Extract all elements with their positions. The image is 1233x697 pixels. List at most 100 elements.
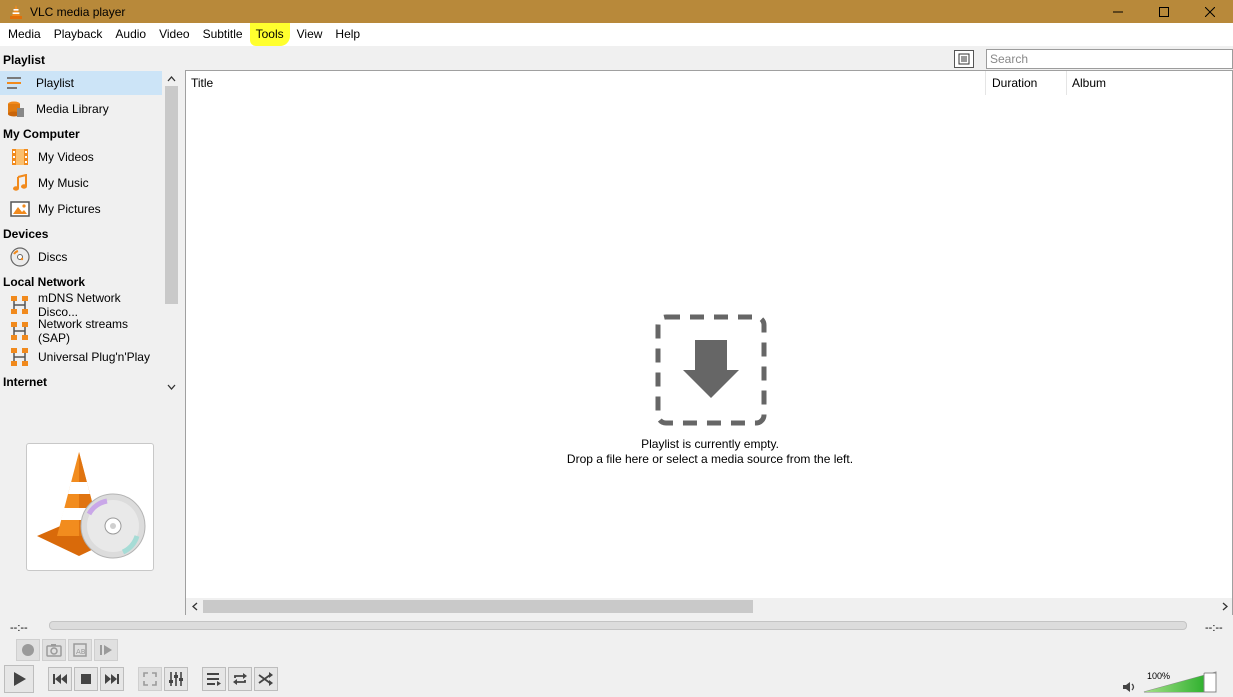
menu-tools[interactable]: Tools (249, 23, 290, 46)
scroll-thumb[interactable] (165, 86, 178, 304)
sidebar-item-upnp[interactable]: Universal Plug'n'Play (0, 345, 162, 369)
scroll-up-icon[interactable] (163, 72, 180, 86)
menu-view[interactable]: View (291, 23, 329, 46)
scroll-left-icon[interactable] (186, 598, 203, 615)
scroll-down-icon[interactable] (163, 380, 180, 394)
maximize-icon (1159, 6, 1169, 17)
play-icon (14, 672, 26, 686)
maximize-button[interactable] (1141, 0, 1187, 23)
snapshot-icon (46, 644, 62, 657)
empty-playlist-message: Playlist is currently empty. (641, 437, 779, 451)
media-sources-sidebar: Playlist Playlist Media Library My Compu… (0, 46, 184, 612)
sidebar-item-label: Playlist (36, 76, 75, 90)
repeat-icon (233, 673, 247, 685)
playlist-view-mode-button[interactable] (954, 50, 974, 68)
scroll-right-icon[interactable] (1216, 598, 1233, 615)
section-playlist: Playlist (3, 53, 46, 67)
snapshot-button[interactable] (42, 639, 66, 661)
vlc-cone-icon (10, 4, 22, 19)
fullscreen-button[interactable] (138, 667, 162, 691)
sidebar-item-playlist[interactable]: Playlist (0, 71, 162, 95)
playlist-toggle-button[interactable] (202, 667, 226, 691)
sidebar-item-label: My Pictures (38, 202, 101, 216)
network-icon (10, 347, 30, 367)
sidebar-item-label: Universal Plug'n'Play (38, 350, 150, 364)
empty-playlist-hint: Drop a file here or select a media sourc… (566, 452, 854, 466)
menu-help[interactable]: Help (329, 23, 366, 46)
sidebar-item-label: Media Library (36, 102, 109, 116)
list-view-icon (958, 53, 970, 65)
playlist-toggle-icon (207, 673, 221, 686)
shuffle-icon (258, 672, 273, 686)
playlist-icon (6, 73, 26, 93)
playlist-view[interactable]: Title Duration Album Playlist is current… (185, 70, 1233, 615)
sidebar-item-label: My Music (38, 176, 89, 190)
menu-media[interactable]: Media (2, 23, 47, 46)
close-icon (1205, 6, 1215, 17)
extended-settings-icon (169, 672, 183, 686)
sidebar-item-label: Network streams (SAP) (38, 317, 129, 345)
section-internet: Internet (3, 375, 48, 389)
column-header-album[interactable]: Album (1067, 71, 1232, 95)
record-icon (22, 644, 34, 656)
section-local-network: Local Network (3, 275, 86, 289)
sidebar-item-my-videos[interactable]: My Videos (0, 145, 162, 169)
menu-bar: Media Playback Audio Video Subtitle Tool… (0, 23, 1233, 46)
sidebar-scrollbar[interactable] (163, 70, 180, 394)
speaker-icon[interactable] (1122, 680, 1138, 694)
album-art (26, 443, 154, 571)
record-button[interactable] (16, 639, 40, 661)
frame-step-icon (100, 645, 112, 655)
media-library-icon (6, 99, 26, 119)
sidebar-item-label: mDNS Network Disco... (38, 291, 121, 319)
picture-icon (10, 199, 30, 219)
volume-slider[interactable] (1142, 670, 1218, 694)
next-button[interactable] (100, 667, 124, 691)
sidebar-item-mdns[interactable]: mDNS Network Disco... (0, 291, 162, 319)
loop-ab-icon: AB (73, 643, 87, 657)
menu-subtitle[interactable]: Subtitle (197, 23, 249, 46)
sidebar-item-my-music[interactable]: My Music (0, 171, 162, 195)
minimize-icon (1113, 11, 1123, 12)
loop-ab-button[interactable]: AB (68, 639, 92, 661)
network-icon (10, 295, 30, 315)
scroll-thumb[interactable] (203, 600, 753, 613)
sidebar-item-label: My Videos (38, 150, 94, 164)
frame-step-button[interactable] (94, 639, 118, 661)
elapsed-time: --:-- (10, 622, 28, 634)
drop-file-icon (655, 314, 767, 426)
stop-button[interactable] (74, 667, 98, 691)
playlist-search-input[interactable]: Search (986, 49, 1233, 69)
section-devices: Devices (3, 227, 49, 241)
column-header-duration[interactable]: Duration (987, 71, 1067, 95)
menu-playback[interactable]: Playback (48, 23, 109, 46)
seek-slider[interactable] (49, 621, 1187, 630)
network-icon (10, 321, 30, 341)
sidebar-item-discs[interactable]: Discs (0, 245, 162, 269)
column-header-title[interactable]: Title (186, 71, 986, 95)
sidebar-item-sap[interactable]: Network streams (SAP) (0, 317, 162, 345)
sidebar-item-my-pictures[interactable]: My Pictures (0, 197, 162, 221)
sidebar-item-label: Discs (38, 250, 68, 264)
vlc-cone-disc-icon (37, 452, 146, 559)
previous-button[interactable] (48, 667, 72, 691)
sidebar-item-media-library[interactable]: Media Library (0, 97, 162, 121)
window-title: VLC media player (30, 4, 126, 19)
fullscreen-icon (143, 672, 157, 686)
title-bar: VLC media player (0, 0, 1233, 23)
menu-audio[interactable]: Audio (109, 23, 152, 46)
playlist-horizontal-scrollbar[interactable] (186, 598, 1232, 615)
remaining-time[interactable]: --:-- (1205, 622, 1223, 634)
film-icon (10, 147, 30, 167)
repeat-button[interactable] (228, 667, 252, 691)
extended-settings-button[interactable] (164, 667, 188, 691)
shuffle-button[interactable] (254, 667, 278, 691)
previous-icon (53, 674, 67, 684)
close-button[interactable] (1187, 0, 1233, 23)
music-note-icon (10, 173, 30, 193)
play-button[interactable] (4, 665, 34, 693)
next-icon (105, 674, 119, 684)
section-my-computer: My Computer (3, 127, 80, 141)
menu-video[interactable]: Video (153, 23, 195, 46)
minimize-button[interactable] (1095, 0, 1141, 23)
